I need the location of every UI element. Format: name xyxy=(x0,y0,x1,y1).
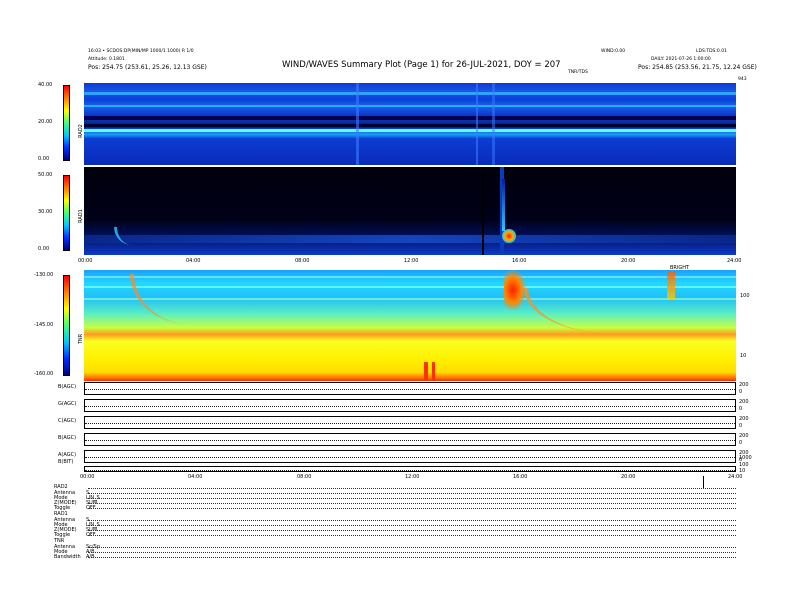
aux-panel-1 xyxy=(84,382,736,395)
aux-right-2b: 0 xyxy=(739,406,743,412)
tnr-spectrogram xyxy=(84,270,736,381)
rad2-label: RAD2 xyxy=(77,124,84,138)
bottom-time-20: 20:00 xyxy=(621,474,636,480)
rad2-tick-mid: 20.00 xyxy=(38,119,53,125)
aux-label-1: B(AGC) xyxy=(58,384,77,390)
aux-right-1a: 200 xyxy=(739,382,749,388)
aux-right-4b: 0 xyxy=(739,440,743,446)
aux-label-5: A(AGC) xyxy=(58,452,77,458)
rad1-time-0: 00:00 xyxy=(78,258,93,264)
bottom-time-0: 00:00 xyxy=(80,474,95,480)
tnr-tick-bottom: -160.00 xyxy=(34,371,54,377)
rad1-time-4: 04:00 xyxy=(186,258,201,264)
header-right-pos: Pos: 254.85 (253.56, 21.75, 12.24 GSE) xyxy=(638,64,757,71)
rad1-time-20: 20:00 xyxy=(621,258,636,264)
mode-row-line xyxy=(88,498,736,499)
aux-right-3a: 200 xyxy=(739,416,749,422)
rad1-time-16: 16:00 xyxy=(512,258,527,264)
tnr-tds-label: TNR/TDS xyxy=(568,70,588,75)
aux-panel-4 xyxy=(84,433,736,446)
aux-label-2: G(AGC) xyxy=(58,401,77,407)
rad2-tick-bottom: 0.00 xyxy=(38,156,50,162)
aux-label-6: B(BIT) xyxy=(58,459,74,465)
rad1-label: RAD1 xyxy=(77,209,84,223)
bottom-time-12: 12:00 xyxy=(405,474,420,480)
mode-tick-mark xyxy=(703,476,704,488)
bottom-time-24: 24:00 xyxy=(728,474,743,480)
header-left-line2: Attitude: 0.1801 xyxy=(88,57,125,62)
rad1-tick-top: 50.00 xyxy=(38,172,53,178)
plot-title: WIND/WAVES Summary Plot (Page 1) for 26-… xyxy=(282,60,561,70)
rad1-time-24: 24:00 xyxy=(727,258,742,264)
mode-row-line xyxy=(88,520,736,521)
mode-row-line xyxy=(88,493,736,494)
rad2-colorbar xyxy=(63,85,70,161)
rad2-top-right-tick: 943 xyxy=(738,77,747,82)
rad1-colorbar xyxy=(63,175,70,251)
aux-right-2a: 200 xyxy=(739,399,749,405)
mode-row-line xyxy=(88,503,736,504)
mode-row-line xyxy=(88,525,736,526)
aux-panel-5 xyxy=(84,450,736,463)
mode-tnr-key-2: Bandwidth xyxy=(54,554,81,560)
rad1-tick-mid: 30.00 xyxy=(38,209,53,215)
aux-label-3: C(AGC) xyxy=(58,418,77,424)
aux-label-4: B(AGC) xyxy=(58,435,77,441)
header-left-line1: 16:03 • SCDOS:DP(MIN/MP 1000/1 1000) R 1… xyxy=(88,49,194,54)
rad1-time-12: 12:00 xyxy=(404,258,419,264)
header-right-line2: DAILY: 2021-07-26 1:00:00 xyxy=(651,57,711,62)
mode-row-line xyxy=(88,530,736,531)
mode-row-line xyxy=(88,552,736,553)
aux-right-6a: 1000 xyxy=(739,455,752,461)
aux-right-3b: 0 xyxy=(739,423,743,429)
bottom-time-16: 16:00 xyxy=(513,474,528,480)
rad1-time-8: 08:00 xyxy=(295,258,310,264)
rad1-spectrogram xyxy=(84,167,736,255)
tnr-right-tick-10: 10 xyxy=(740,353,747,359)
bottom-time-8: 08:00 xyxy=(297,474,312,480)
mode-row-line xyxy=(88,547,736,548)
tnr-right-tick-100: 100 xyxy=(740,293,750,299)
bottom-time-4: 04:00 xyxy=(188,474,203,480)
tnr-tick-mid: -145.00 xyxy=(34,322,54,328)
aux-panel-3 xyxy=(84,416,736,429)
aux-right-4a: 200 xyxy=(739,433,749,439)
aux-right-1b: 0 xyxy=(739,389,743,395)
aux-panel-2 xyxy=(84,399,736,412)
tnr-colorbar xyxy=(63,275,70,376)
header-right-top2: LDS:TDS:0.01 xyxy=(696,49,727,54)
aux-panel-6 xyxy=(84,466,736,472)
mode-row-line xyxy=(88,488,736,489)
mode-row-line xyxy=(88,535,736,536)
rad1-tick-bottom: 0.00 xyxy=(38,246,50,252)
rad2-spectrogram xyxy=(84,83,736,165)
mode-row-line xyxy=(88,508,736,509)
rad2-tick-top: 40.00 xyxy=(38,82,53,88)
header-right-top: WIND:0.00 xyxy=(601,49,626,54)
header-left-pos: Pos: 254.75 (253.61, 25.26, 12.13 GSE) xyxy=(88,64,207,71)
tnr-tick-top: -130.00 xyxy=(34,272,54,278)
mode-row-line xyxy=(88,557,736,558)
